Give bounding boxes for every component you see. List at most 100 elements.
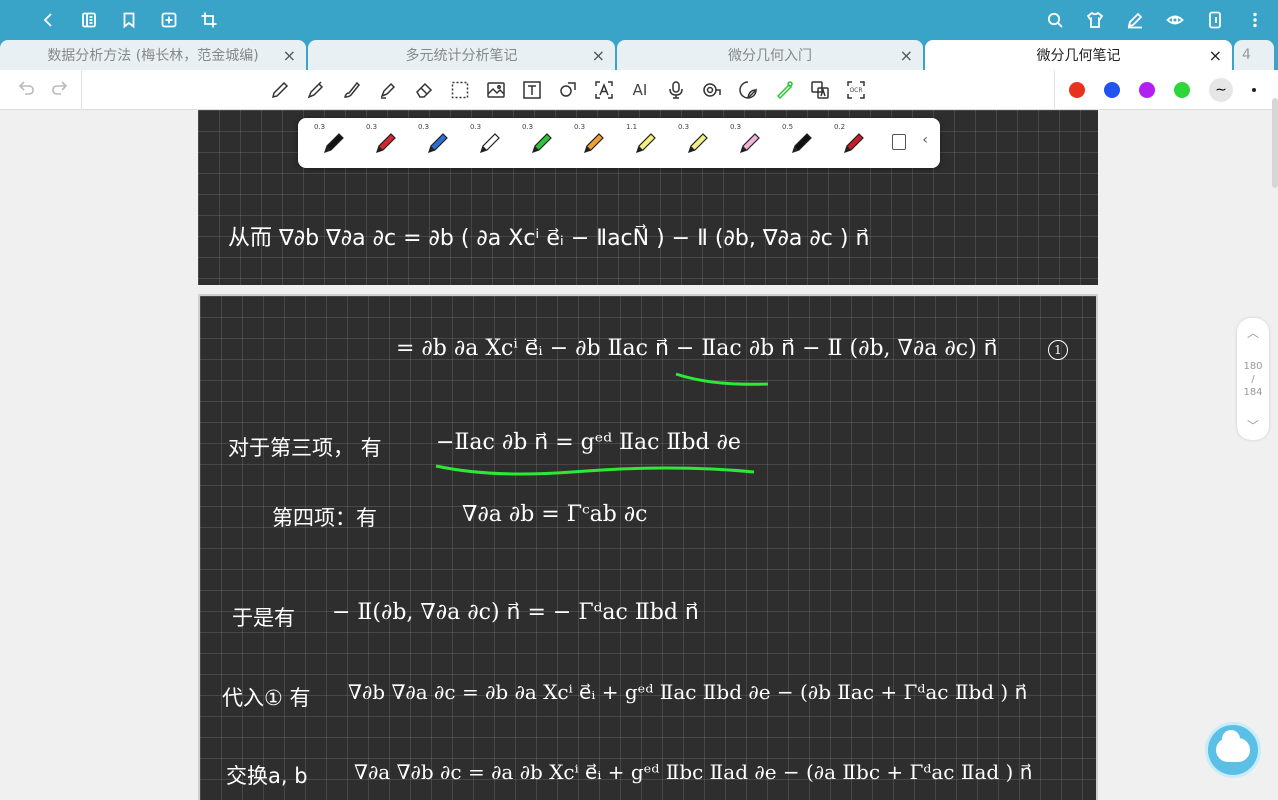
pen-preset-6[interactable]: 0.3: [568, 118, 620, 168]
color-swatch-blue[interactable]: [1104, 82, 1120, 98]
color-swatch-red[interactable]: [1069, 82, 1085, 98]
handwriting-line-1: 从而 ∇∂b ∇∂a ∂c = ∂b ( ∂a Xcⁱ e⃗ᵢ − ⅡacN⃗ …: [228, 226, 870, 251]
search-icon[interactable]: [1046, 11, 1064, 29]
sticker-icon[interactable]: [736, 78, 760, 102]
text-icon[interactable]: [520, 78, 544, 102]
pen-preset-bar: 0.3 0.3 0.3 0.3 0.3 0.3 1.1 0.3 0.3 0.5 0.2 ‹: [298, 118, 940, 168]
pen-preset-8[interactable]: 0.3: [672, 118, 724, 168]
tab-overflow[interactable]: 4: [1234, 40, 1274, 70]
ocr-icon[interactable]: OCR: [844, 78, 868, 102]
pen-width-label: 0.3: [470, 123, 482, 131]
mic-icon[interactable]: [664, 78, 688, 102]
handwriting-line-7-label: 交换a, b: [226, 764, 308, 788]
add-page-icon[interactable]: [160, 11, 178, 29]
tab-overflow-count: 4: [1242, 47, 1251, 63]
eye-icon[interactable]: [1166, 11, 1184, 29]
page-total: 184: [1243, 386, 1263, 398]
tab-data-analysis[interactable]: 数据分析方法 (梅长林，范金城编) ×: [0, 40, 306, 70]
tab-close-icon[interactable]: ×: [592, 46, 605, 65]
sidebar-icon[interactable]: [80, 11, 98, 29]
stroke-size-icon[interactable]: [1252, 88, 1256, 92]
translate-icon[interactable]: [808, 78, 832, 102]
lasso-icon[interactable]: [448, 78, 472, 102]
tab-diffgeo-intro[interactable]: 微分几何入门 ×: [617, 40, 923, 70]
assistant-cloud-icon[interactable]: [1205, 722, 1261, 778]
page-indicator: ︿ 180 / 184 ﹀: [1237, 318, 1269, 440]
image-icon[interactable]: [484, 78, 508, 102]
color-palette: ∼: [1054, 70, 1278, 110]
tab-close-icon[interactable]: ×: [900, 46, 913, 65]
undo-icon[interactable]: [16, 78, 36, 102]
pen-preset-5[interactable]: 0.3: [516, 118, 568, 168]
handwriting-line-6-label: 代入① 有: [222, 686, 311, 710]
tape-icon[interactable]: [700, 78, 724, 102]
pen-edit-icon[interactable]: [1126, 11, 1144, 29]
circled-number-text: 1: [1054, 343, 1062, 357]
redo-icon[interactable]: [50, 78, 70, 102]
tab-label: 数据分析方法 (梅长林，范金城编): [47, 48, 259, 64]
shirt-icon[interactable]: [1086, 11, 1104, 29]
eraser-icon[interactable]: [412, 78, 436, 102]
fountain-pen-icon[interactable]: [304, 78, 328, 102]
ocr-text-icon[interactable]: [592, 78, 616, 102]
tab-close-icon[interactable]: ×: [1209, 46, 1222, 65]
pencil-icon[interactable]: [268, 78, 292, 102]
pen-icon: [636, 133, 656, 153]
highlighter-icon[interactable]: [376, 78, 400, 102]
highlight-underline-1: [675, 372, 769, 386]
note-page-current[interactable]: = ∂b ∂a Xcⁱ e⃗ᵢ − ∂b Ⅱac n⃗ − Ⅱac ∂b n⃗ …: [198, 294, 1098, 800]
drawing-toolbar: AI OCR ∼: [0, 69, 1278, 110]
back-icon[interactable]: [40, 11, 58, 29]
pen-icon: [480, 133, 500, 153]
handwriting-line-3-label: 对于第三项， 有: [228, 436, 382, 460]
shape-icon[interactable]: [556, 78, 580, 102]
pen-icon: [584, 133, 604, 153]
pen-preset-7[interactable]: 1.1: [620, 118, 672, 168]
pen-width-label: 0.3: [574, 123, 586, 131]
pen-width-label: 0.3: [366, 123, 378, 131]
top-app-bar: [0, 0, 1278, 40]
tab-label: 多元统计分析笔记: [405, 48, 518, 64]
handwriting-line-2: = ∂b ∂a Xcⁱ e⃗ᵢ − ∂b Ⅱac n⃗ − Ⅱac ∂b n⃗ …: [396, 336, 998, 361]
pen-preset-1[interactable]: 0.3: [308, 118, 360, 168]
handwriting-line-7-eq: ∇∂a ∇∂b ∂c = ∂a ∂b Xcⁱ e⃗ᵢ + gᵉᵈ Ⅱbc Ⅱad…: [354, 760, 1033, 784]
pen-list-icon[interactable]: [892, 134, 906, 150]
tab-close-icon[interactable]: ×: [283, 46, 296, 65]
page-counter: 180 / 184: [1243, 361, 1262, 398]
pen-width-label: 0.5: [782, 123, 794, 131]
page-separator: /: [1251, 373, 1255, 385]
pen-preset-11[interactable]: 0.2: [828, 118, 880, 168]
collapse-chevron-icon[interactable]: ‹: [922, 132, 928, 148]
pen-icon: [740, 133, 760, 153]
handwriting-line-6-eq: ∇∂b ∇∂a ∂c = ∂b ∂a Xcⁱ e⃗ᵢ + gᵉᵈ Ⅱac Ⅱbd…: [348, 680, 1028, 704]
ai-icon[interactable]: AI: [628, 78, 652, 102]
color-swatch-purple[interactable]: [1139, 82, 1155, 98]
tab-multivariate[interactable]: 多元统计分析笔记 ×: [308, 40, 615, 70]
brush-icon[interactable]: [340, 78, 364, 102]
tab-diffgeo-notes[interactable]: 微分几何笔记 ×: [925, 40, 1232, 70]
pen-preset-10[interactable]: 0.5: [776, 118, 828, 168]
laser-icon[interactable]: [772, 78, 796, 102]
tab-label: 微分几何笔记: [1036, 48, 1121, 64]
ocr-label: OCR: [849, 86, 863, 94]
note-canvas[interactable]: 从而 ∇∂b ∇∂a ∂c = ∂b ( ∂a Xcⁱ e⃗ᵢ − ⅡacN⃗ …: [0, 110, 1278, 800]
stroke-smoothing-icon[interactable]: ∼: [1209, 78, 1233, 102]
tablet-icon[interactable]: [1206, 11, 1224, 29]
page-current: 180: [1243, 360, 1263, 372]
pen-width-label: 0.3: [730, 123, 742, 131]
pen-preset-4[interactable]: 0.3: [464, 118, 516, 168]
tab-strip: 数据分析方法 (梅长林，范金城编) × 多元统计分析笔记 × 微分几何入门 × …: [0, 40, 1278, 70]
crop-icon[interactable]: [200, 11, 218, 29]
pen-preset-9[interactable]: 0.3: [724, 118, 776, 168]
color-swatch-green[interactable]: [1174, 82, 1190, 98]
page-down-icon[interactable]: ﹀: [1247, 417, 1259, 434]
page-up-icon[interactable]: ︿: [1247, 324, 1259, 341]
pen-preset-3[interactable]: 0.3: [412, 118, 464, 168]
bookmark-icon[interactable]: [120, 11, 138, 29]
scrollbar-thumb[interactable]: [1272, 98, 1278, 188]
more-icon[interactable]: [1246, 11, 1264, 29]
pen-icon: [792, 133, 812, 153]
circled-number: 1: [1048, 340, 1068, 360]
pen-preset-2[interactable]: 0.3: [360, 118, 412, 168]
pen-icon: [324, 133, 344, 153]
